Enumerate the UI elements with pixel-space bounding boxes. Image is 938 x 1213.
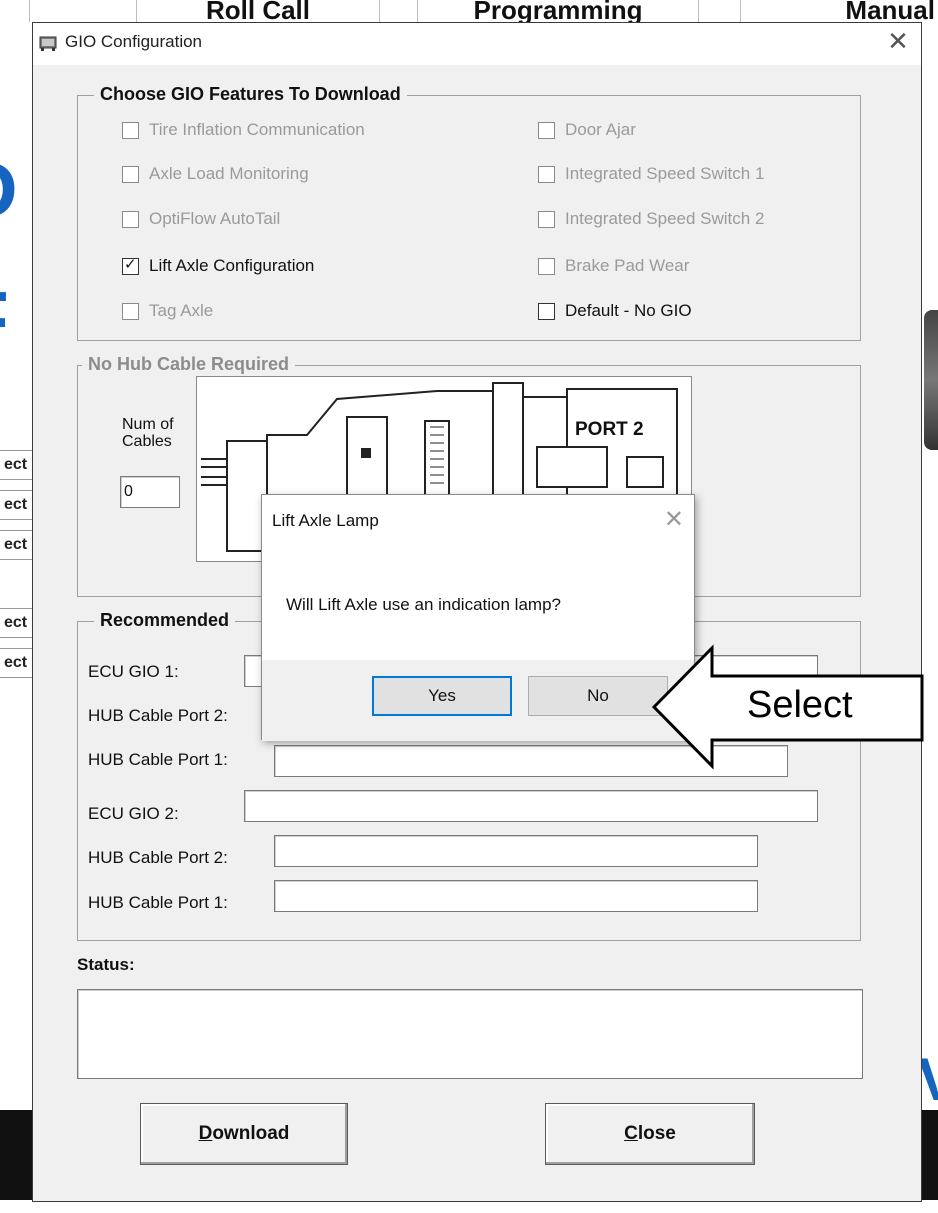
ecu-gio-2-input[interactable] xyxy=(245,791,817,821)
checkbox-box[interactable] xyxy=(122,165,139,183)
checkbox-label: Default - No GIO xyxy=(565,301,692,320)
checkbox-lift-axle[interactable]: ✓ Lift Axle Configuration xyxy=(122,254,315,276)
checkbox-label: Integrated Speed Switch 2 xyxy=(565,209,765,228)
bg-logo-fragment-1: D xyxy=(0,150,18,230)
app-icon xyxy=(39,34,57,52)
checkbox-label: Brake Pad Wear xyxy=(565,256,690,275)
hub-cable-port-1b-input[interactable] xyxy=(275,881,757,911)
checkbox-box[interactable] xyxy=(122,121,139,139)
hub-cable-port-1b-label: HUB Cable Port 1: xyxy=(88,893,228,912)
checkbox-label: Tag Axle xyxy=(149,301,214,320)
close-button[interactable]: Close xyxy=(545,1103,755,1165)
bg-tab-manual[interactable]: Manual xyxy=(740,0,938,22)
ecu-gio-1-label: ECU GIO 1: xyxy=(88,662,179,681)
features-group-title: Choose GIO Features To Download xyxy=(94,84,407,105)
bg-graphic xyxy=(924,310,938,450)
checkbox-box[interactable]: ✓ xyxy=(122,254,139,275)
close-icon[interactable]: ✕ xyxy=(664,505,684,533)
diagram-port-label: PORT 2 xyxy=(575,419,644,440)
title-bar[interactable]: GIO Configuration ✕ xyxy=(33,23,921,65)
checkbox-axle-load[interactable]: Axle Load Monitoring xyxy=(122,164,309,184)
bg-side-item[interactable]: ect xyxy=(0,608,32,638)
checkbox-label: OptiFlow AutoTail xyxy=(149,209,281,228)
features-group: Choose GIO Features To Download Tire Inf… xyxy=(77,84,861,341)
checkbox-box[interactable] xyxy=(122,210,139,228)
bg-logo-fragment-2: F xyxy=(0,280,9,360)
message-box-title: Lift Axle Lamp xyxy=(272,511,379,530)
hub-cable-group-title: No Hub Cable Required xyxy=(82,354,296,375)
select-callout-arrow: Select xyxy=(650,644,925,770)
bg-side-item[interactable]: ect xyxy=(0,530,32,560)
no-button[interactable]: No xyxy=(528,676,668,716)
checkbox-box[interactable] xyxy=(538,165,555,183)
close-icon[interactable]: ✕ xyxy=(883,27,913,57)
ecu-gio-2-field[interactable] xyxy=(244,790,818,822)
close-button-label: lose xyxy=(637,1123,676,1144)
checkbox-label: Lift Axle Configuration xyxy=(149,256,315,275)
message-box-footer: Yes No xyxy=(262,660,694,741)
checkbox-box[interactable] xyxy=(538,121,555,139)
checkbox-label: Axle Load Monitoring xyxy=(149,164,309,183)
bg-tab-roll-call[interactable]: Roll Call xyxy=(136,0,380,22)
bg-side-item[interactable]: ect xyxy=(0,648,32,678)
checkbox-label: Door Ajar xyxy=(565,120,636,139)
hub-cable-port-2-label: HUB Cable Port 2: xyxy=(88,706,228,725)
checkbox-optiflow[interactable]: OptiFlow AutoTail xyxy=(122,209,280,229)
recommended-group-title: Recommended xyxy=(94,610,236,631)
callout-text: Select xyxy=(747,684,853,726)
hub-cable-port-2b-label: HUB Cable Port 2: xyxy=(88,848,228,867)
hub-cable-port-1b-field[interactable] xyxy=(274,880,758,912)
checkbox-box[interactable] xyxy=(538,210,555,228)
download-button-label: ownload xyxy=(212,1123,290,1144)
num-cables-input[interactable] xyxy=(121,477,179,507)
status-box[interactable] xyxy=(77,989,863,1079)
num-cables-label: Num of Cables xyxy=(122,416,174,450)
checkbox-brake-pad[interactable]: Brake Pad Wear xyxy=(538,256,689,276)
message-box-text: Will Lift Axle use an indication lamp? xyxy=(286,595,561,614)
checkbox-box[interactable] xyxy=(122,302,139,320)
checkbox-default-no-gio[interactable]: Default - No GIO xyxy=(538,301,692,321)
checkbox-door-ajar[interactable]: Door Ajar xyxy=(538,120,636,140)
bg-tab-edge xyxy=(0,0,30,22)
checkbox-tire-inflation[interactable]: Tire Inflation Communication xyxy=(122,120,365,140)
checkbox-speed-switch-2[interactable]: Integrated Speed Switch 2 xyxy=(538,209,764,229)
checkbox-tag-axle[interactable]: Tag Axle xyxy=(122,301,213,321)
bg-side-item[interactable]: ect xyxy=(0,490,32,520)
checkbox-label: Tire Inflation Communication xyxy=(149,120,365,139)
bg-tab-programming[interactable]: Programming xyxy=(417,0,699,22)
hub-cable-port-2b-field[interactable] xyxy=(274,835,758,867)
status-label: Status: xyxy=(77,955,135,974)
hub-cable-port-2b-input[interactable] xyxy=(275,836,757,866)
checkbox-box[interactable] xyxy=(538,302,555,320)
yes-button[interactable]: Yes xyxy=(372,676,512,716)
checkbox-speed-switch-1[interactable]: Integrated Speed Switch 1 xyxy=(538,164,764,184)
checkmark-icon: ✓ xyxy=(124,254,137,273)
checkbox-box[interactable] xyxy=(538,257,555,275)
window-title: GIO Configuration xyxy=(65,32,203,51)
num-cables-field[interactable] xyxy=(120,476,180,508)
hub-cable-port-1-label: HUB Cable Port 1: xyxy=(88,750,228,769)
checkbox-label: Integrated Speed Switch 1 xyxy=(565,164,765,183)
lift-axle-lamp-dialog: Lift Axle Lamp ✕ Will Lift Axle use an i… xyxy=(261,494,695,741)
ecu-gio-2-label: ECU GIO 2: xyxy=(88,804,179,823)
bg-side-item[interactable]: ect xyxy=(0,450,32,480)
download-button[interactable]: Download xyxy=(140,1103,348,1165)
